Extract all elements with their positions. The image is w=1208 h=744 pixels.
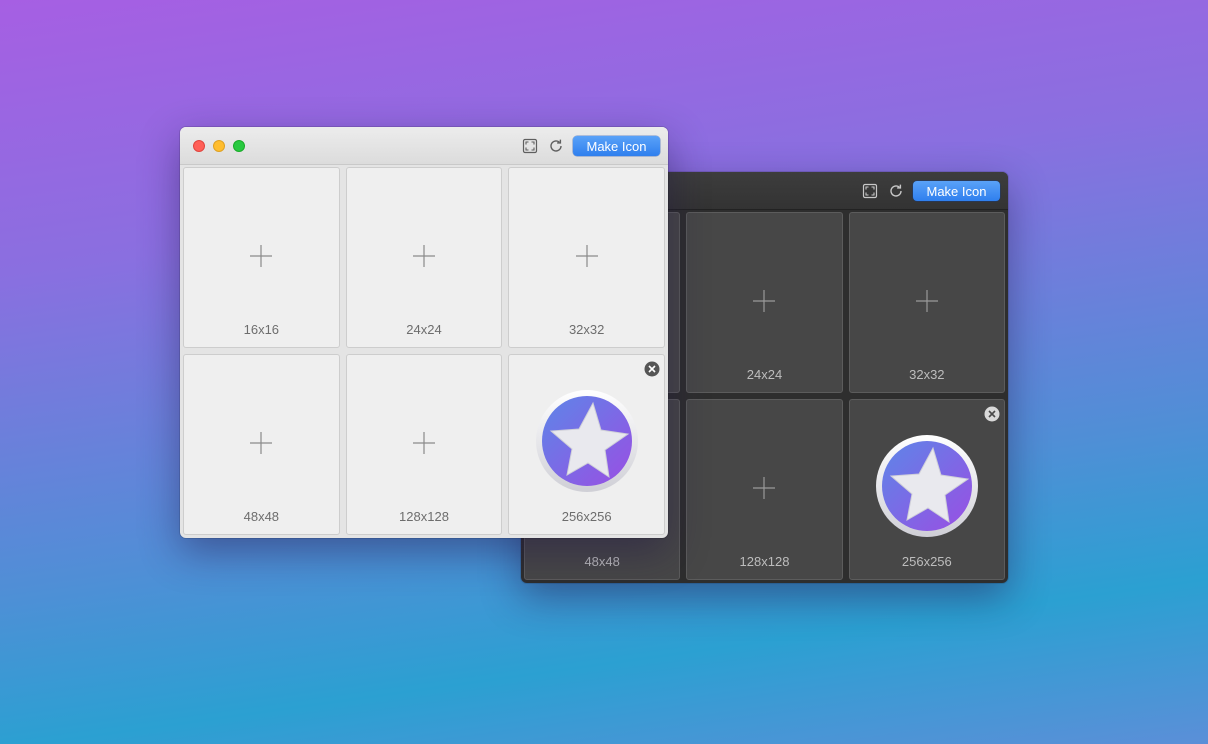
- add-icon: [575, 244, 599, 268]
- star-app-icon: [535, 389, 639, 493]
- fit-screen-icon[interactable]: [861, 182, 879, 200]
- size-label: 16x16: [243, 322, 280, 337]
- size-label: 48x48: [243, 509, 280, 524]
- add-icon: [915, 289, 939, 313]
- make-icon-button[interactable]: Make Icon: [913, 181, 1000, 201]
- remove-icon-button[interactable]: [984, 406, 1000, 422]
- minimize-window-button[interactable]: [213, 140, 225, 152]
- icon-slot-48x48[interactable]: 48x48: [183, 354, 340, 535]
- toolbar: Make Icon: [521, 136, 660, 156]
- icon-slot-32x32[interactable]: 32x32: [508, 167, 665, 348]
- fit-screen-icon[interactable]: [521, 137, 539, 155]
- add-icon: [412, 431, 436, 455]
- remove-icon-button[interactable]: [644, 361, 660, 377]
- size-label: 128x128: [739, 554, 790, 569]
- size-label: 256x256: [901, 554, 952, 569]
- zoom-window-button[interactable]: [233, 140, 245, 152]
- icon-slot-256x256[interactable]: 256x256: [848, 399, 1005, 580]
- refresh-icon[interactable]: [547, 137, 565, 155]
- icon-slot-128x128[interactable]: 128x128: [686, 399, 843, 580]
- size-label: 24x24: [406, 322, 442, 337]
- size-label: 256x256: [561, 509, 612, 524]
- window-controls: [193, 140, 245, 152]
- title-bar[interactable]: Make Icon: [180, 127, 668, 165]
- refresh-icon[interactable]: [887, 182, 905, 200]
- icon-size-grid: 16x16 24x24 32x32 48x48 128x128: [183, 167, 665, 535]
- icon-maker-window-light: Make Icon 16x16 24x24 32x32 48x48 128x12…: [180, 127, 668, 538]
- size-label: 128x128: [399, 509, 449, 524]
- icon-slot-24x24[interactable]: 24x24: [345, 167, 503, 348]
- make-icon-button[interactable]: Make Icon: [573, 136, 660, 156]
- add-icon: [249, 431, 273, 455]
- size-label: 48x48: [584, 554, 620, 569]
- toolbar: Make Icon: [861, 181, 1000, 201]
- close-window-button[interactable]: [193, 140, 205, 152]
- icon-slot-32x32[interactable]: 32x32: [848, 212, 1005, 393]
- size-label: 24x24: [746, 367, 783, 382]
- icon-slot-16x16[interactable]: 16x16: [183, 167, 340, 348]
- add-icon: [412, 244, 436, 268]
- add-icon: [752, 289, 776, 313]
- add-icon: [249, 244, 273, 268]
- icon-slot-256x256[interactable]: 256x256: [508, 354, 665, 535]
- star-app-icon: [875, 434, 979, 538]
- icon-slot-24x24[interactable]: 24x24: [686, 212, 843, 393]
- icon-slot-128x128[interactable]: 128x128: [345, 354, 503, 535]
- size-label: 32x32: [909, 367, 945, 382]
- size-label: 32x32: [568, 322, 605, 337]
- add-icon: [752, 476, 776, 500]
